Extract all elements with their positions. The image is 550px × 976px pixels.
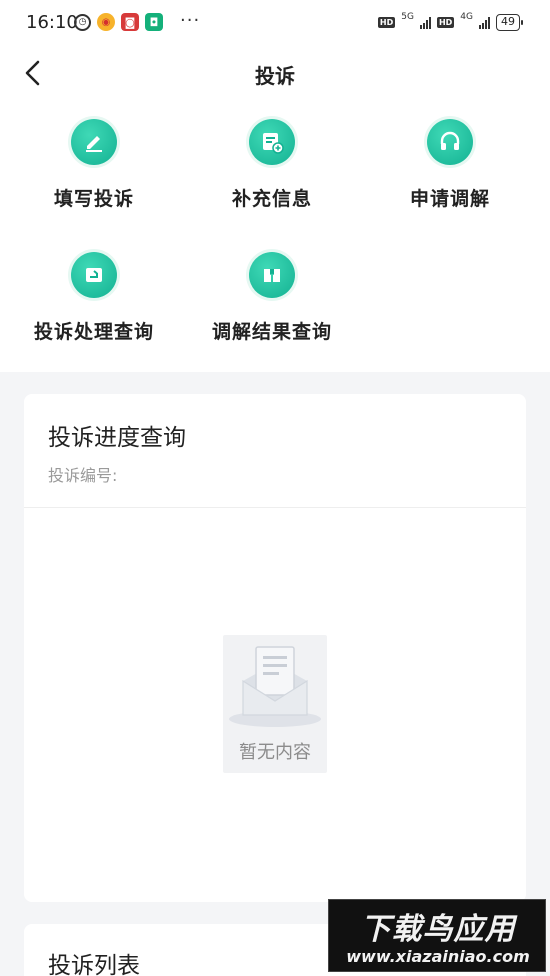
network-type-label: 5G	[401, 11, 414, 22]
export-icon	[71, 252, 117, 298]
mediation-result-query-button[interactable]: 调解结果查询	[192, 252, 352, 344]
signal-icon	[479, 16, 490, 29]
document-add-icon	[249, 119, 295, 165]
card-title: 投诉进度查询	[48, 425, 186, 451]
alarm-icon: ◷	[74, 13, 91, 31]
status-right: HD 5G HD 4G 49	[377, 11, 523, 31]
network-type-label: 4G	[460, 11, 473, 22]
book-icon	[249, 252, 295, 298]
page-title: 投诉	[255, 64, 295, 88]
signal-icon	[419, 16, 431, 29]
empty-envelope-icon	[229, 646, 321, 727]
fill-complaint-button[interactable]: 填写投诉	[14, 119, 174, 211]
status-bar: 16:10 ◷ ◉ ◙ ◘ ··· HD 5G HD 4G 49	[0, 0, 550, 48]
nav-bar: 投诉	[0, 48, 550, 98]
app-notification-icon: ◘	[145, 13, 163, 31]
status-time: 16:10	[26, 12, 78, 33]
feature-label: 申请调解	[409, 188, 490, 210]
feature-label: 调解结果查询	[211, 321, 332, 343]
headset-icon	[427, 119, 473, 165]
bank-app-icon: ◙	[121, 13, 139, 31]
watermark-title: 下载鸟应用	[360, 912, 516, 947]
apply-mediation-button[interactable]: 申请调解	[370, 119, 530, 211]
watermark-url: www.xiazainiao.com	[346, 947, 530, 966]
top-panel: 16:10 ◷ ◉ ◙ ◘ ··· HD 5G HD 4G 49 投诉 填写投诉…	[0, 0, 550, 372]
site-watermark: 下载鸟应用 www.xiazainiao.com	[328, 899, 546, 972]
complaint-number-label: 投诉编号:	[48, 466, 118, 485]
empty-state: 暂无内容	[223, 635, 327, 773]
battery-icon: 49	[496, 14, 523, 31]
weibo-icon: ◉	[97, 13, 115, 31]
pencil-icon	[71, 119, 117, 165]
feature-label: 填写投诉	[53, 188, 134, 210]
feature-label: 投诉处理查询	[33, 321, 154, 343]
feature-label: 补充信息	[231, 188, 312, 210]
progress-query-card: 投诉进度查询 投诉编号: 暂无内容	[24, 394, 526, 902]
complaint-status-query-button[interactable]: 投诉处理查询	[14, 252, 174, 344]
empty-text: 暂无内容	[239, 742, 311, 763]
card-title: 投诉列表	[48, 953, 140, 976]
supplement-info-button[interactable]: 补充信息	[192, 119, 352, 211]
divider	[24, 507, 526, 508]
notification-icons: ◷ ◉ ◙ ◘	[74, 13, 163, 31]
hd-badge: HD	[436, 17, 455, 28]
hd-badge: HD	[377, 17, 396, 28]
more-notifications-icon: ···	[180, 10, 201, 31]
